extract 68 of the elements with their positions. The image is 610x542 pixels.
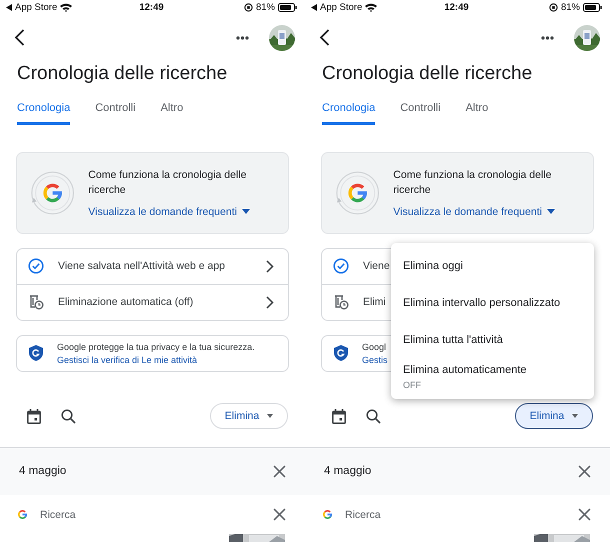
info-text: Come funziona la cronologia delle ricerche <box>393 168 552 198</box>
wifi-icon <box>365 3 378 12</box>
back-icon[interactable] <box>14 29 25 46</box>
close-icon[interactable] <box>273 508 286 522</box>
trash-clock-icon <box>333 294 349 310</box>
more-icon[interactable] <box>541 36 554 40</box>
battery-percent: 81% <box>560 2 580 14</box>
setting-label[interactable]: Eliminazione automatica (off) <box>58 296 252 308</box>
tab[interactable]: Controlli <box>400 92 441 126</box>
page-title: Cronologia delle ricerche <box>321 62 534 86</box>
google-icon <box>322 509 333 520</box>
google-icon <box>17 509 28 520</box>
orientation-lock-icon <box>548 3 558 12</box>
tab[interactable]: Altro <box>466 92 488 126</box>
shield-icon <box>29 345 43 362</box>
tab[interactable]: Cronologia <box>17 92 70 126</box>
activity-link[interactable]: Gestisci la verifica di Le mie attività <box>57 354 255 365</box>
date-label: 4 maggio <box>19 465 66 478</box>
result-label: Ricerca <box>40 508 77 521</box>
check-circle-icon <box>333 258 349 274</box>
calendar-icon[interactable] <box>332 408 346 424</box>
caret-icon <box>572 414 578 418</box>
menu-item[interactable]: Elimina automaticamente OFF <box>391 358 594 395</box>
battery-icon <box>278 3 297 12</box>
tab[interactable]: Cronologia <box>322 92 376 126</box>
caret-icon <box>242 209 250 214</box>
close-icon[interactable] <box>578 508 591 522</box>
back-icon[interactable] <box>319 29 330 46</box>
carrier-label[interactable]: App Store <box>320 2 362 14</box>
close-icon[interactable] <box>273 464 286 478</box>
back-triangle-icon <box>6 4 12 12</box>
tab[interactable]: Controlli <box>95 92 136 126</box>
privacy-text: Google protegge la tua privacy e la tua sicurezza. <box>57 342 255 352</box>
chevron-right-icon[interactable] <box>266 296 274 309</box>
delete-dropdown-button[interactable]: Elimina <box>515 403 593 430</box>
faq-link[interactable]: Visualizza le domande frequenti <box>88 206 276 218</box>
orientation-lock-icon <box>244 3 253 12</box>
page-title: Cronologia delle ricerche <box>16 62 228 86</box>
setting-label[interactable]: Viene salvata nell'Attività web e app <box>58 260 252 272</box>
info-text: Come funziona la cronologia delle ricerche <box>88 168 248 198</box>
back-triangle-icon <box>311 4 317 12</box>
more-icon[interactable] <box>236 36 249 40</box>
faq-link[interactable]: Visualizza le domande frequenti <box>393 206 581 218</box>
caret-icon <box>546 209 555 214</box>
menu-item[interactable]: Elimina tutta l'attività <box>391 321 594 358</box>
check-circle-icon <box>28 258 44 274</box>
shield-icon <box>334 345 348 362</box>
battery-icon <box>583 3 602 12</box>
menu-item[interactable]: Elimina intervallo personalizzato <box>391 284 594 321</box>
date-label: 4 maggio <box>324 465 372 478</box>
trash-clock-icon <box>28 294 44 310</box>
wifi-icon <box>60 3 72 12</box>
search-icon[interactable] <box>61 408 76 424</box>
delete-dropdown-button[interactable]: Elimina <box>210 403 288 430</box>
menu-item[interactable]: Elimina oggi <box>391 247 594 284</box>
carrier-label[interactable]: App Store <box>15 2 58 14</box>
battery-percent: 81% <box>256 2 275 14</box>
privacy-text: Googl <box>362 342 388 352</box>
chevron-right-icon[interactable] <box>266 260 274 273</box>
calendar-icon[interactable] <box>27 408 41 424</box>
activity-link[interactable]: Gestis <box>362 354 388 365</box>
clock: 12:49 <box>444 2 469 14</box>
search-icon[interactable] <box>366 408 381 424</box>
caret-icon <box>267 414 274 418</box>
close-icon[interactable] <box>578 464 591 478</box>
tab[interactable]: Altro <box>160 92 184 126</box>
result-label: Ricerca <box>345 508 382 521</box>
clock: 12:49 <box>139 2 164 14</box>
